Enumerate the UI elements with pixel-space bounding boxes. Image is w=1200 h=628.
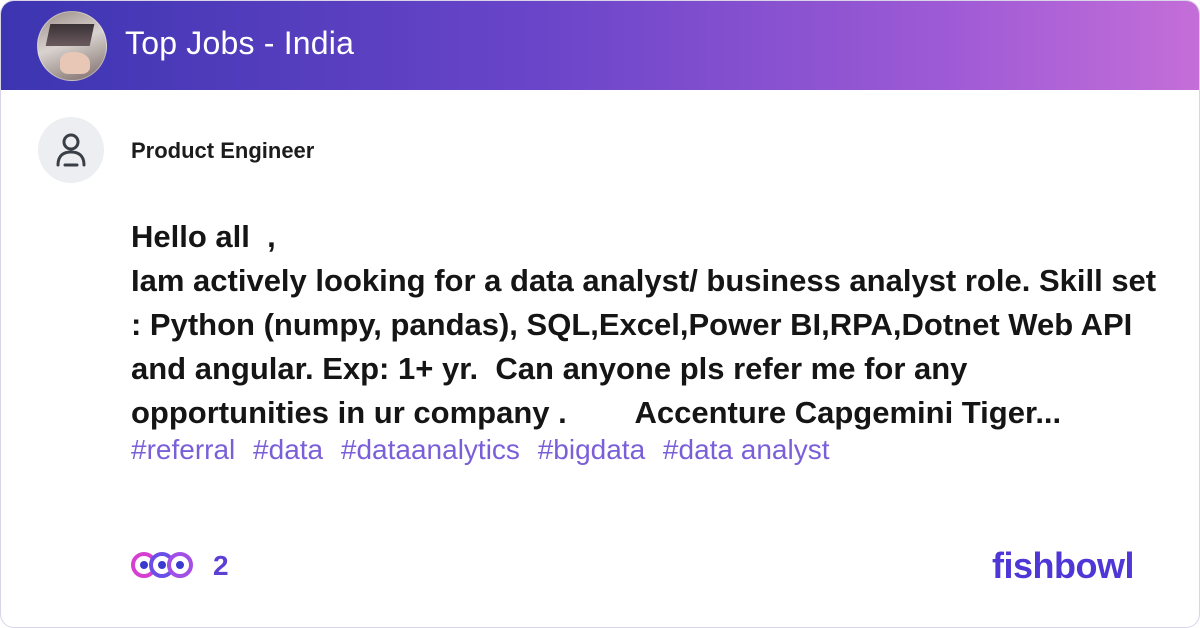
- author-role: Product Engineer: [131, 138, 315, 163]
- clap-reaction-icon: [167, 552, 193, 578]
- laptop-image: [45, 24, 95, 46]
- hashtag[interactable]: #referral: [131, 434, 235, 465]
- person-icon: [56, 133, 86, 167]
- hashtag[interactable]: #data analyst: [663, 434, 830, 465]
- post-card: Top Jobs - India Product Engineer Hello …: [0, 0, 1200, 628]
- hashtag[interactable]: #dataanalytics: [341, 434, 520, 465]
- bowl-avatar[interactable]: [37, 11, 107, 81]
- author-avatar[interactable]: [38, 117, 104, 183]
- reactions-summary[interactable]: [131, 549, 211, 583]
- fishbowl-logo[interactable]: fishbowl: [992, 545, 1135, 587]
- bowl-title[interactable]: Top Jobs - India: [125, 25, 354, 62]
- post-body[interactable]: Hello all , Iam actively looking for a d…: [131, 215, 1161, 435]
- hashtag-list: #referral #data #dataanalytics #bigdata …: [131, 434, 840, 466]
- hashtag[interactable]: #data: [253, 434, 323, 465]
- reaction-count[interactable]: 2: [213, 550, 229, 582]
- hand-image: [60, 52, 90, 74]
- bowl-header[interactable]: Top Jobs - India: [1, 1, 1199, 90]
- hashtag[interactable]: #bigdata: [538, 434, 645, 465]
